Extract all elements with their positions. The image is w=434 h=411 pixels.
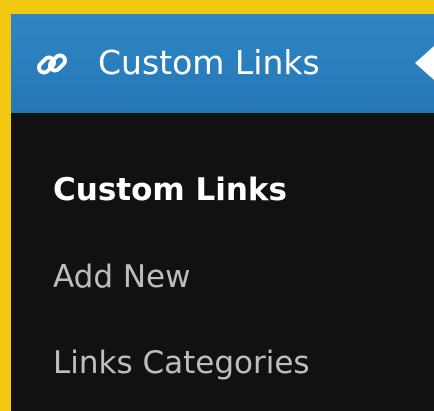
custom-links-menu-header[interactable]: Custom Links [11,14,434,113]
submenu-item-links-categories[interactable]: Links Categories [53,343,310,383]
submenu-item-custom-links[interactable]: Custom Links [53,170,287,210]
link-icon [35,47,69,81]
screenshot-frame: Custom Links Custom Links Add New Links … [0,0,434,411]
submenu-item-add-new[interactable]: Add New [53,257,191,297]
current-menu-pointer-icon [415,46,434,80]
admin-menu: Custom Links Custom Links Add New Links … [11,14,434,411]
menu-title: Custom Links [98,43,320,82]
